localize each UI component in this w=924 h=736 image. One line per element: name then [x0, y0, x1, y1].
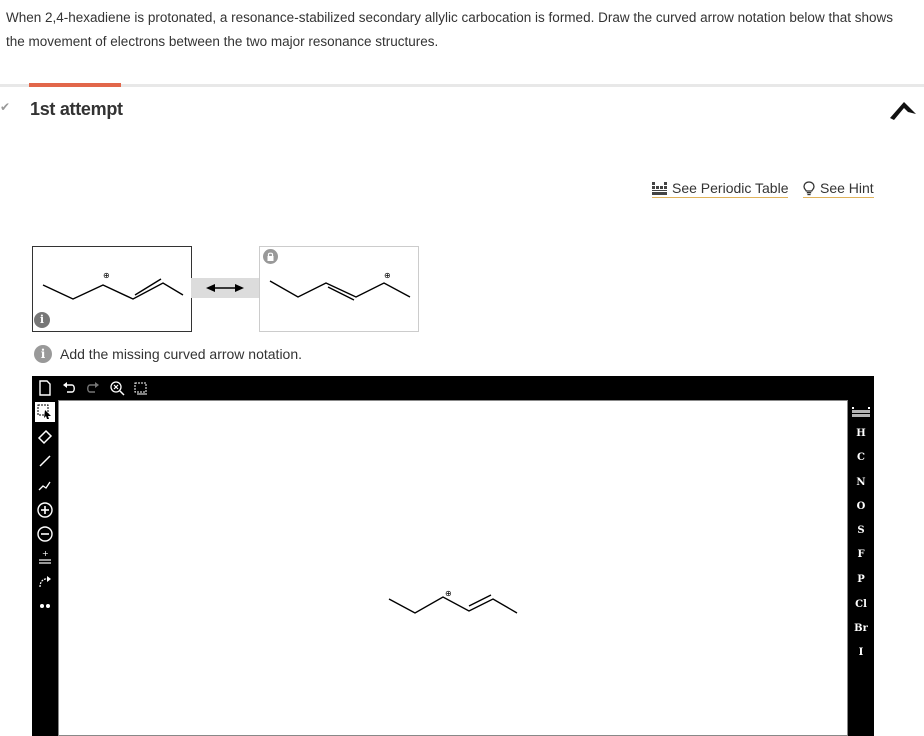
double-headed-arrow-icon [206, 284, 244, 292]
svg-text:+: + [42, 550, 49, 558]
attempt-title: 1st attempt [30, 99, 123, 119]
editor-left-toolbar: + [32, 400, 58, 736]
allylic-cation-structure-2 [269, 280, 411, 301]
lightbulb-icon [803, 180, 815, 195]
positive-charge-icon: ⊕ [384, 271, 391, 280]
element-p[interactable]: P [848, 570, 874, 590]
element-n[interactable]: N [848, 473, 874, 493]
allylic-cation-structure-1 [42, 278, 184, 300]
new-document-icon[interactable] [36, 379, 54, 397]
info-message-text: Add the missing curved arrow notation. [60, 346, 303, 362]
element-o[interactable]: O [848, 497, 874, 517]
element-c[interactable]: C [848, 448, 874, 468]
undo-icon[interactable] [60, 379, 78, 397]
element-cl[interactable]: Cl [848, 595, 874, 615]
drawing-canvas[interactable]: ⊕ [58, 400, 848, 736]
see-hint-link[interactable]: See Hint [803, 180, 874, 198]
resonance-structure-1[interactable]: ⊕ [32, 246, 192, 332]
info-message: i Add the missing curved arrow notation. [34, 345, 302, 363]
resonance-structure-2: ⊕ [259, 246, 419, 332]
element-i[interactable]: I [848, 643, 874, 663]
tab-divider [0, 84, 924, 87]
positive-charge-tool-icon[interactable] [35, 500, 55, 520]
see-periodic-table-link[interactable]: See Periodic Table [652, 180, 789, 198]
element-f[interactable]: F [848, 545, 874, 565]
select-tool-icon[interactable] [35, 402, 55, 422]
lone-pair-tool-icon[interactable] [35, 596, 55, 616]
collapse-arrow-icon[interactable] [888, 98, 918, 124]
allylic-cation-canvas-structure [388, 594, 518, 614]
element-toolbar: H C N O S F P Cl Br I [848, 400, 874, 736]
periodic-table-label: See Periodic Table [672, 180, 789, 196]
check-icon: ✔ [0, 100, 11, 114]
positive-charge-icon: ⊕ [445, 589, 452, 598]
lock-icon [263, 249, 278, 264]
curved-arrow-tool-icon[interactable] [35, 572, 55, 592]
positive-charge-icon: ⊕ [103, 271, 110, 280]
periodic-table-icon [652, 181, 667, 195]
zoom-clear-icon[interactable] [108, 379, 126, 397]
single-bond-icon[interactable] [35, 451, 55, 471]
element-s[interactable]: S [848, 521, 874, 541]
chain-tool-icon[interactable] [35, 475, 55, 495]
molecule-editor: + ⊕ H C N O S F P Cl Br I [32, 376, 874, 736]
periodic-table-icon[interactable] [852, 404, 870, 422]
hint-label: See Hint [820, 180, 874, 196]
eraser-icon[interactable] [35, 427, 55, 447]
clean-2d-icon[interactable] [132, 379, 150, 397]
info-icon: i [34, 345, 52, 363]
active-tab-indicator [29, 83, 121, 87]
resonance-arrow [191, 278, 259, 298]
negative-charge-tool-icon[interactable] [35, 524, 55, 544]
editor-top-toolbar [32, 376, 878, 400]
single-electron-arrow-icon[interactable]: + [35, 548, 55, 568]
element-br[interactable]: Br [848, 619, 874, 639]
structure-info-icon[interactable]: i [34, 312, 50, 328]
question-text: When 2,4-hexadiene is protonated, a reso… [6, 10, 893, 49]
redo-icon[interactable] [84, 379, 102, 397]
element-h[interactable]: H [848, 424, 874, 444]
